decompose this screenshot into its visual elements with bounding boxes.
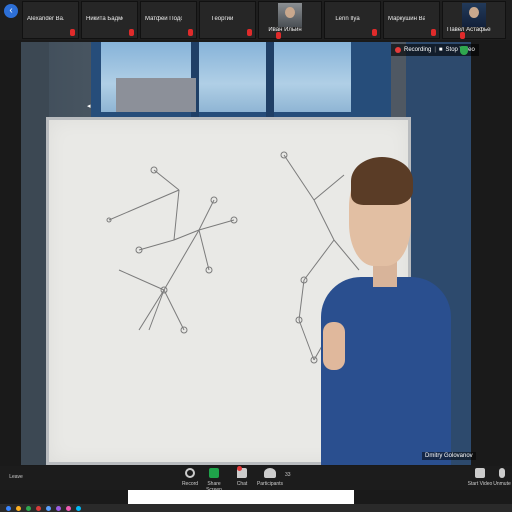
recording-label: Recording (404, 47, 432, 53)
participant-name: Георгий (211, 16, 234, 22)
speaker-name: Dmitry Golovanov (425, 453, 473, 459)
participant-tile[interactable]: Маркушин Ва... (383, 1, 440, 39)
buildings (116, 78, 196, 112)
muted-mic-icon (460, 32, 465, 39)
participant-name: Alexander Ва... (27, 16, 64, 22)
participants-button[interactable]: Participants (256, 468, 284, 487)
participant-tile[interactable]: Иван Ильин (258, 1, 322, 39)
speaker-torso (321, 277, 451, 465)
participant-name: Никита Бадмо... (86, 16, 123, 22)
speaker-hair (351, 157, 413, 205)
taskbar-icon[interactable] (76, 506, 81, 511)
participant-video (462, 3, 486, 27)
muted-mic-icon (129, 29, 134, 36)
caption-bar (128, 490, 354, 504)
muted-mic-icon (372, 29, 377, 36)
taskbar-icon[interactable] (36, 506, 41, 511)
participants-icon (264, 468, 276, 478)
taskbar-icon[interactable] (66, 506, 71, 511)
taskbar-icon[interactable] (26, 506, 31, 511)
speaker-hand (323, 322, 345, 370)
microphone-icon (499, 468, 505, 478)
chat-button[interactable]: Chat (228, 468, 256, 487)
left-wall (21, 42, 49, 465)
record-dot-icon (395, 47, 401, 53)
participant-name: Матфей Подоп (145, 16, 182, 22)
muted-mic-icon (431, 29, 436, 36)
taskbar-icon[interactable] (6, 506, 11, 511)
participant-tile[interactable]: Никита Бадмо... (81, 1, 138, 39)
muted-mic-icon (188, 29, 193, 36)
record-icon (185, 468, 195, 478)
unmute-button[interactable]: Unmute (488, 468, 512, 487)
participant-tile[interactable]: Матфей Подоп (140, 1, 197, 39)
participants-count: 33 (285, 472, 291, 478)
stop-video-icon: ■ (438, 47, 443, 53)
video-camera-icon (475, 468, 485, 478)
speaker-volume-icon: ◂ (87, 103, 91, 110)
scroll-left-icon[interactable]: ‹ (4, 4, 18, 18)
separator: | (434, 47, 436, 53)
participant-tile[interactable]: Lerin Ilya (324, 1, 381, 39)
taskbar-icon[interactable] (16, 506, 21, 511)
active-speaker-video[interactable]: ◂ (21, 42, 471, 465)
participants-strip: ‹ Alexander Ва... Никита Бадмо... Матфей П… (0, 0, 512, 40)
share-screen-icon (209, 468, 219, 478)
participant-name: Lerin Ilya (335, 16, 360, 22)
muted-mic-icon (70, 29, 75, 36)
muted-mic-icon (276, 32, 281, 39)
muted-mic-icon (247, 29, 252, 36)
participant-name: Иван Ильин (268, 27, 302, 33)
leave-button[interactable]: Leave (4, 470, 28, 484)
participant-tile[interactable]: Георгий (199, 1, 256, 39)
participant-tile[interactable]: Павел Астафьев (442, 1, 506, 39)
participant-name: Маркушин Ва... (388, 16, 425, 22)
speaker-name-tag: Dmitry Golovanov (422, 452, 476, 460)
taskbar-icon[interactable] (56, 506, 61, 511)
participant-name: Павел Астафьев (447, 27, 491, 33)
chat-notification-badge (237, 466, 242, 471)
window-mullion (266, 42, 274, 117)
taskbar-icon[interactable] (46, 506, 51, 511)
participant-tile[interactable]: Alexander Ва... (22, 1, 79, 39)
participant-video (278, 3, 302, 27)
security-shield-icon[interactable] (460, 46, 468, 55)
